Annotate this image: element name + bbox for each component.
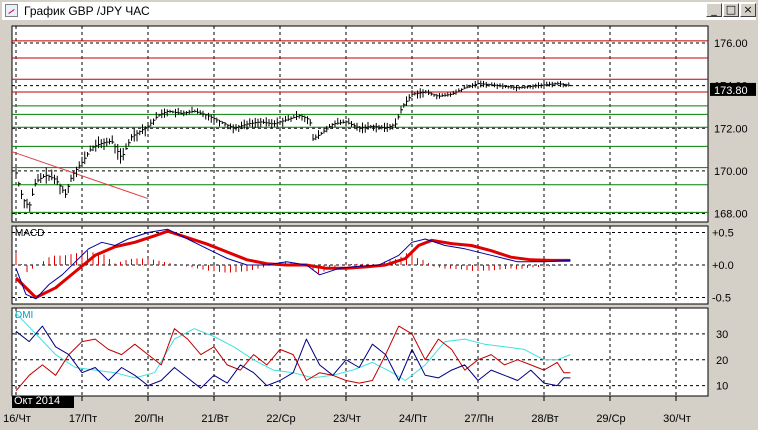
dmi-axis-tick: 10 [716, 381, 728, 393]
chart-window: График GBP /JPY ЧАС _ □ × 176.00174.0017… [0, 0, 758, 430]
macd-axis-tick: +0.5 [712, 228, 734, 240]
dmi-axis-tick: 30 [716, 329, 728, 341]
price-axis-tick: 170.00 [714, 166, 748, 178]
x-axis-tick-label: 24/Пт [399, 413, 427, 425]
x-axis-tick-label: 27/Пн [464, 413, 493, 425]
x-axis-tick-label: 30/Чт [663, 413, 691, 425]
x-axis-tick-label: 20/Пн [134, 413, 163, 425]
x-axis-tick-label: 17/Пт [69, 413, 97, 425]
plot-panel-0 [11, 25, 709, 223]
macd-axis-tick: +0.0 [712, 260, 734, 272]
macd-axis-tick: -0.5 [712, 293, 731, 305]
price-axis-tick: 168.00 [714, 208, 748, 220]
x-axis-tick-label: 21/Вт [201, 413, 228, 425]
x-axis-tick-label: 28/Вт [531, 413, 558, 425]
x-axis-tick-label: 29/Ср [596, 413, 625, 425]
chart-canvas: 176.00174.00172.00170.00168.00173.80+0.5… [3, 25, 756, 425]
timeframe-box: Окт 2014 [12, 395, 74, 408]
macd-label: MACD [15, 228, 44, 239]
dmi-axis-tick: 20 [716, 355, 728, 367]
x-axis-tick-label: 16/Чт [3, 413, 31, 425]
price-axis-tick: 176.00 [714, 38, 748, 50]
price-axis-tick: 172.00 [714, 123, 748, 135]
timeframe-label: Окт 2014 [14, 395, 61, 407]
x-axis-tick-label: 22/Ср [266, 413, 295, 425]
current-price-label: 173.80 [714, 85, 748, 97]
x-axis-tick-label: 23/Чт [333, 413, 361, 425]
